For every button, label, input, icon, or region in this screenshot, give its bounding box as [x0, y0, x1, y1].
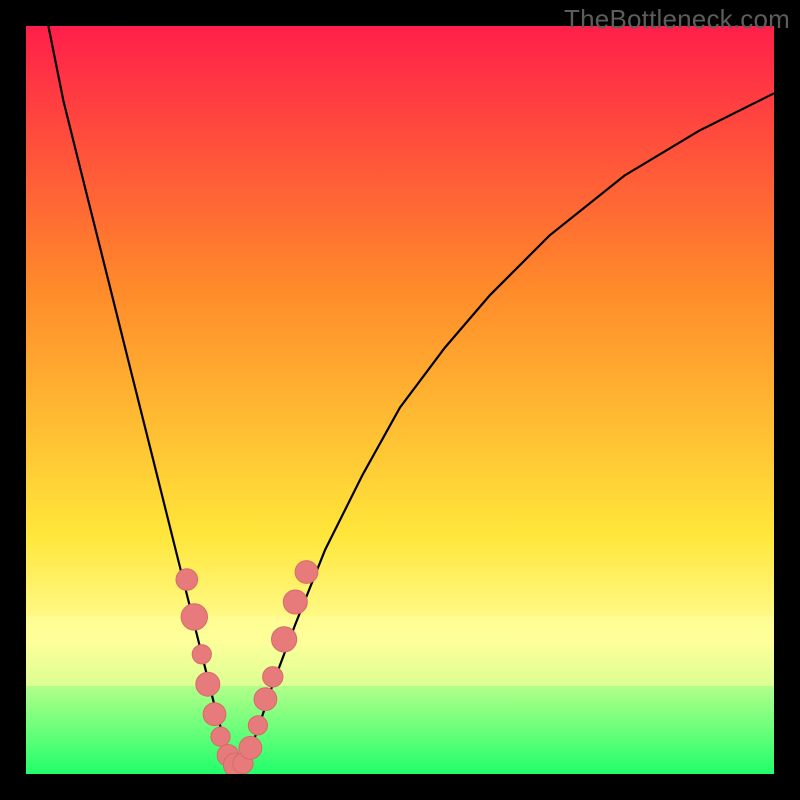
curve-marker [248, 716, 267, 735]
curve-marker [272, 627, 297, 652]
curve-marker [211, 727, 230, 746]
bottleneck-chart [26, 26, 774, 774]
plot-area [26, 26, 774, 774]
watermark-text: TheBottleneck.com [564, 4, 790, 35]
chart-frame: TheBottleneck.com [0, 0, 800, 800]
curve-marker [196, 672, 220, 696]
highlight-band [26, 616, 774, 686]
curve-marker [192, 645, 211, 664]
curve-marker [263, 667, 283, 687]
curve-marker [239, 736, 262, 759]
curve-marker [203, 703, 226, 726]
curve-marker [283, 590, 307, 614]
curve-marker [254, 688, 277, 711]
curve-marker [176, 569, 198, 591]
curve-marker [181, 604, 207, 630]
curve-marker [295, 561, 318, 584]
